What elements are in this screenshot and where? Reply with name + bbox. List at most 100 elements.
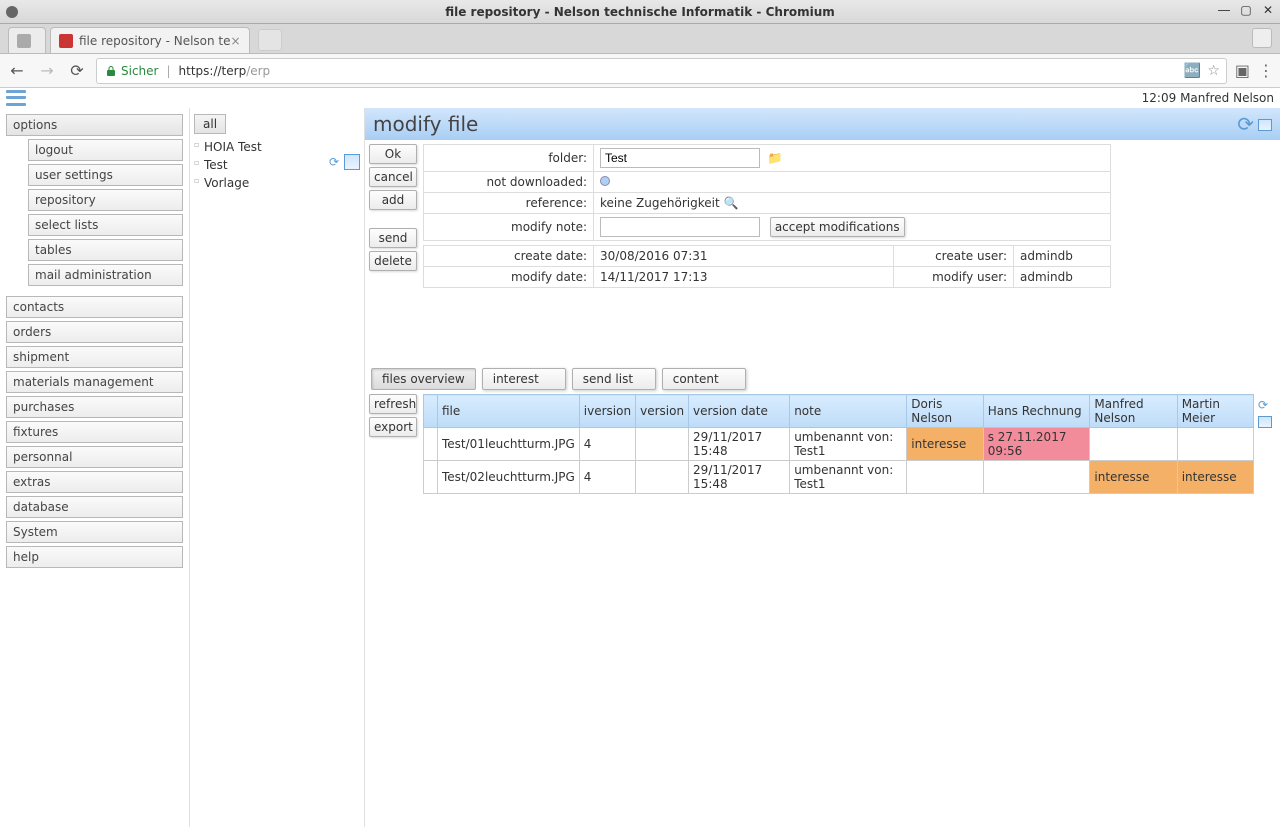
tree-all-button[interactable]: all	[194, 114, 226, 134]
column-header[interactable]: version date	[689, 395, 790, 428]
minimize-icon[interactable]: ―	[1216, 2, 1232, 18]
sidebar-item-orders[interactable]: orders	[6, 321, 183, 343]
table-row[interactable]: Test/01leuchtturm.JPG429/11/2017 15:48um…	[424, 428, 1254, 461]
browser-tab-blank[interactable]	[8, 27, 46, 53]
notdownloaded-radio[interactable]	[600, 176, 610, 186]
tab-content[interactable]: content	[662, 368, 746, 390]
createdate-value: 30/08/2016 07:31	[594, 246, 894, 267]
maximize-icon[interactable]: ▢	[1238, 2, 1254, 18]
sidebar-item-help[interactable]: help	[6, 546, 183, 568]
ok-button[interactable]: Ok	[369, 144, 417, 164]
tab-close-icon[interactable]: ×	[231, 34, 241, 48]
refresh-icon[interactable]: ⟳	[1258, 398, 1272, 412]
refresh-icon[interactable]: ⟳	[326, 154, 342, 170]
tree-item[interactable]: Vorlage	[194, 174, 360, 192]
folder-input[interactable]	[600, 148, 760, 168]
refresh-icon[interactable]: ⟳	[1237, 112, 1254, 136]
browser-tab-active[interactable]: file repository - Nelson te ×	[50, 27, 250, 53]
cell: Test/02leuchtturm.JPG	[438, 461, 580, 494]
tab-send-list[interactable]: send list	[572, 368, 656, 390]
sidebar-item-tables[interactable]: tables	[28, 239, 183, 261]
search-icon[interactable]: 🔍	[724, 196, 739, 210]
tab-files-overview[interactable]: files overview	[371, 368, 476, 390]
window-title: file repository - Nelson technische Info…	[445, 5, 835, 19]
createuser-label: create user:	[894, 246, 1014, 267]
column-header[interactable]: Martin Meier	[1177, 395, 1253, 428]
column-header[interactable]: Hans Rechnung	[983, 395, 1090, 428]
column-header[interactable]: version	[636, 395, 689, 428]
sidebar-item-repository[interactable]: repository	[28, 189, 183, 211]
form-table: folder: 📁 not downloaded: reference: kei…	[423, 144, 1111, 241]
add-button[interactable]: add	[369, 190, 417, 210]
cell	[1177, 428, 1253, 461]
sidebar-item-purchases[interactable]: purchases	[6, 396, 183, 418]
table-row[interactable]: Test/02leuchtturm.JPG429/11/2017 15:48um…	[424, 461, 1254, 494]
col-selector	[424, 395, 438, 428]
tab-interest[interactable]: interest	[482, 368, 566, 390]
window-icon[interactable]	[1258, 416, 1272, 431]
new-tab-button[interactable]	[258, 29, 282, 51]
export-button[interactable]: export	[369, 417, 417, 437]
reload-button[interactable]: ⟳	[66, 60, 88, 82]
modifynote-input[interactable]	[600, 217, 760, 237]
accept-modifications-button[interactable]: accept modifications	[770, 217, 905, 237]
sidebar-item-personnal[interactable]: personnal	[6, 446, 183, 468]
sidebar-item-select-lists[interactable]: select lists	[28, 214, 183, 236]
sidebar-item-options[interactable]: options	[6, 114, 183, 136]
sidebar: options logout user settings repository sel…	[0, 108, 190, 827]
browser-menu-icon[interactable]: ⋮	[1258, 61, 1274, 80]
window-icon[interactable]	[1258, 112, 1272, 136]
translate-icon[interactable]: 🔤	[1184, 63, 1201, 79]
back-button[interactable]: ←	[6, 60, 28, 82]
app-dot	[6, 6, 18, 18]
reference-value: keine Zugehörigkeit	[600, 196, 720, 210]
refresh-button[interactable]: refresh	[369, 394, 417, 414]
page-icon	[17, 34, 31, 48]
modifyuser-label: modify user:	[894, 267, 1014, 288]
cell: interesse	[1177, 461, 1253, 494]
address-bar[interactable]: Sicher | https://terp/erp 🔤 ☆	[96, 58, 1227, 84]
column-header[interactable]: note	[790, 395, 907, 428]
folder-label: folder:	[424, 145, 594, 172]
modifydate-value: 14/11/2017 17:13	[594, 267, 894, 288]
sidebar-item-extras[interactable]: extras	[6, 471, 183, 493]
cell	[636, 428, 689, 461]
hamburger-icon[interactable]	[6, 90, 26, 106]
panel-title: modify file	[373, 112, 478, 136]
sidebar-item-user-settings[interactable]: user settings	[28, 164, 183, 186]
close-icon[interactable]: ✕	[1260, 2, 1276, 18]
cancel-button[interactable]: cancel	[369, 167, 417, 187]
sidebar-item-logout[interactable]: logout	[28, 139, 183, 161]
extension-icon[interactable]: ▣	[1235, 61, 1250, 80]
sidebar-item-database[interactable]: database	[6, 496, 183, 518]
main-panel: modify file ⟳ Ok cancel add send delete …	[365, 108, 1280, 827]
os-titlebar: file repository - Nelson technische Info…	[0, 0, 1280, 24]
sidebar-item-mail-administration[interactable]: mail administration	[28, 264, 183, 286]
column-header[interactable]: iversion	[579, 395, 635, 428]
window-icon[interactable]	[344, 154, 360, 170]
sidebar-item-materials-management[interactable]: materials management	[6, 371, 183, 393]
column-header[interactable]: file	[438, 395, 580, 428]
bookmark-star-icon[interactable]: ☆	[1207, 63, 1220, 79]
send-button[interactable]: send	[369, 228, 417, 248]
createdate-label: create date:	[424, 246, 594, 267]
secure-label: Sicher	[121, 64, 158, 78]
modifydate-label: modify date:	[424, 267, 594, 288]
cell	[636, 461, 689, 494]
sidebar-item-contacts[interactable]: contacts	[6, 296, 183, 318]
delete-button[interactable]: delete	[369, 251, 417, 271]
sidebar-item-fixtures[interactable]: fixtures	[6, 421, 183, 443]
grid-actions: refresh export	[369, 394, 423, 494]
profile-avatar[interactable]	[1252, 28, 1272, 48]
folder-icon[interactable]: 📁	[768, 151, 783, 165]
column-header[interactable]: Doris Nelson	[907, 395, 983, 428]
cell	[907, 461, 983, 494]
forward-button[interactable]: →	[36, 60, 58, 82]
cell: 29/11/2017 15:48	[689, 428, 790, 461]
sidebar-item-System[interactable]: System	[6, 521, 183, 543]
column-header[interactable]: Manfred Nelson	[1090, 395, 1177, 428]
sidebar-item-shipment[interactable]: shipment	[6, 346, 183, 368]
bottom-tabs: files overview interest send list content	[365, 362, 1280, 390]
cell	[424, 461, 438, 494]
meta-table: create date: 30/08/2016 07:31 create use…	[423, 245, 1111, 288]
